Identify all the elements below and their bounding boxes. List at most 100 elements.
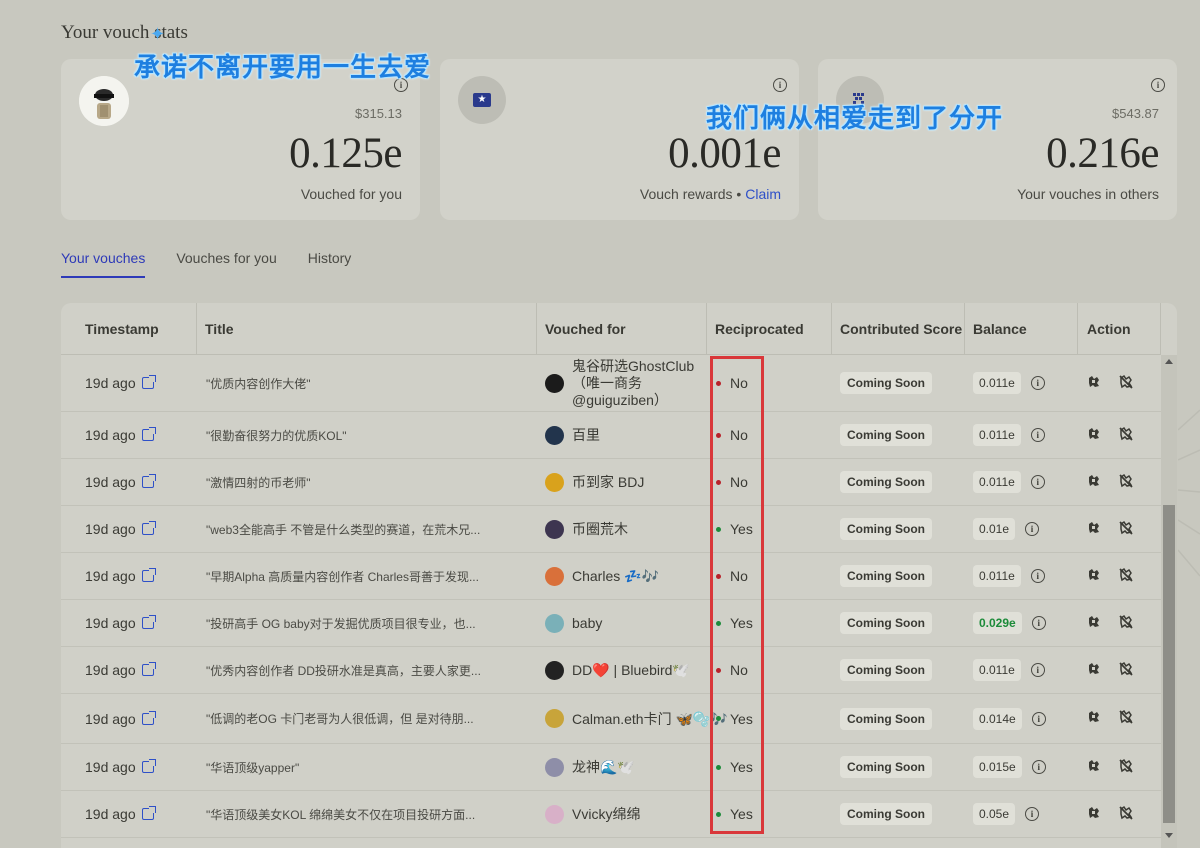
avatar[interactable] (79, 76, 129, 126)
unvouch-icon[interactable] (1118, 758, 1134, 777)
vouched-for-cell[interactable]: 百里 (545, 412, 600, 458)
balance-value: 0.011e (973, 565, 1021, 587)
vouch-icon[interactable] (1086, 374, 1102, 393)
reciprocated-cell: No (716, 459, 748, 505)
col-balance[interactable]: Balance (965, 303, 1078, 355)
table-row[interactable]: 19d ago "优质内容创作大佬" 鬼谷研选GhostClub（唯一商务@gu… (61, 355, 1161, 412)
col-reciprocated[interactable]: Reciprocated (707, 303, 832, 355)
timestamp: 19d ago (85, 615, 136, 631)
reciprocated-cell: Yes (716, 744, 753, 790)
vouched-for-cell[interactable]: Charles 💤🎶 (545, 553, 659, 599)
unvouch-icon[interactable] (1118, 374, 1134, 393)
vouched-for-cell[interactable]: 鬼谷研选GhostClub（唯一商务@guiguziben） (545, 355, 722, 411)
score-cell: Coming Soon (840, 744, 932, 790)
user-name[interactable]: 百里 (572, 425, 600, 445)
unvouch-icon[interactable] (1118, 614, 1134, 633)
col-contributed-score[interactable]: Contributed Score (832, 303, 965, 355)
external-link-icon[interactable] (141, 521, 156, 535)
vouch-icon[interactable] (1086, 567, 1102, 586)
user-name[interactable]: 鬼谷研选GhostClub（唯一商务@guiguziben） (572, 358, 722, 409)
col-action[interactable]: Action (1078, 303, 1161, 355)
title-cell: "投研高手 OG baby对于发掘优质项目很专业，也... (206, 616, 476, 631)
info-icon[interactable]: i (1030, 376, 1045, 390)
vouch-icon[interactable] (1086, 520, 1102, 539)
table-row[interactable]: 19d ago "低调的老OG 卡门老哥为人很低调，但 是对待朋... Calm… (61, 694, 1161, 744)
unvouch-icon[interactable] (1118, 567, 1134, 586)
vouched-for-cell[interactable]: Calman.eth卡门 🦋🫧🎶 (545, 694, 728, 743)
timestamp: 19d ago (85, 710, 136, 727)
col-timestamp[interactable]: Timestamp (61, 303, 197, 355)
table-row[interactable]: 19d ago "早期Alpha 高质量内容创作者 Charles哥善于发现..… (61, 553, 1161, 600)
table-row[interactable]: 19d ago "投研高手 OG baby对于发掘优质项目很专业，也... ba… (61, 600, 1161, 647)
user-name[interactable]: 龙神🌊🕊️ (572, 757, 635, 777)
external-link-icon[interactable] (141, 662, 156, 676)
external-link-icon[interactable] (141, 710, 156, 725)
unvouch-icon[interactable] (1118, 520, 1134, 539)
external-link-icon[interactable] (141, 759, 156, 773)
tab-history[interactable]: History (308, 250, 352, 278)
external-link-icon[interactable] (141, 568, 156, 582)
tab-your-vouches[interactable]: Your vouches (61, 250, 146, 278)
unvouch-icon[interactable] (1118, 709, 1134, 728)
status-badge: Coming Soon (840, 612, 932, 634)
col-vouched-for[interactable]: Vouched for (537, 303, 707, 355)
col-title[interactable]: Title (197, 303, 537, 355)
user-name[interactable]: 币圈荒木 (572, 519, 628, 539)
external-link-icon[interactable] (141, 474, 156, 488)
info-icon[interactable]: i (1031, 760, 1046, 774)
vouch-icon[interactable] (1086, 709, 1102, 728)
scrollbar[interactable] (1161, 355, 1177, 848)
table-row[interactable]: 19d ago "激情四射的币老师" 币到家 BDJ No Coming Soo… (61, 459, 1161, 506)
claim-link[interactable]: Claim (745, 186, 781, 202)
info-icon[interactable]: i (1025, 522, 1040, 536)
vouched-for-cell[interactable]: 币到家 BDJ (545, 459, 644, 505)
vouched-for-cell[interactable]: baby (545, 600, 602, 646)
user-name[interactable]: baby (572, 615, 602, 631)
user-name[interactable]: 币到家 BDJ (572, 472, 644, 492)
card-caption: Your vouches in others (1017, 186, 1159, 202)
external-link-icon[interactable] (141, 615, 156, 629)
table-row[interactable]: 19d ago "优秀内容创作者 DD投研水准是真高，主要人家更... DD❤️… (61, 647, 1161, 694)
info-icon[interactable]: i (1030, 569, 1045, 583)
external-link-icon[interactable] (141, 375, 156, 389)
status-dot-icon (716, 667, 721, 673)
external-link-icon[interactable] (141, 427, 156, 441)
user-name[interactable]: Calman.eth卡门 🦋🫧🎶 (572, 709, 728, 729)
external-link-icon[interactable] (141, 806, 156, 820)
user-name[interactable]: Vvicky绵绵 (572, 804, 640, 824)
scroll-up-icon[interactable] (1165, 359, 1173, 364)
vouch-icon[interactable] (1086, 473, 1102, 492)
vouch-icon[interactable] (1086, 426, 1102, 445)
scroll-down-icon[interactable] (1165, 833, 1173, 838)
user-name[interactable]: DD❤️ | Bluebird🕊️ (572, 662, 690, 679)
vouched-for-cell[interactable]: DD❤️ | Bluebird🕊️ (545, 647, 690, 693)
scroll-thumb[interactable] (1163, 505, 1175, 823)
vouched-for-cell[interactable]: Vvicky绵绵 (545, 791, 640, 837)
vouch-icon[interactable] (1086, 661, 1102, 680)
vouch-icon[interactable] (1086, 758, 1102, 777)
unvouch-icon[interactable] (1118, 426, 1134, 445)
timestamp-cell: 19d ago (85, 506, 156, 552)
vouched-for-cell[interactable]: 龙神🌊🕊️ (545, 744, 635, 790)
unvouch-icon[interactable] (1118, 805, 1134, 824)
timestamp-cell: 19d ago (85, 647, 156, 693)
info-icon[interactable]: i (773, 78, 787, 92)
info-icon[interactable]: i (1030, 475, 1045, 489)
table-row[interactable]: 19d ago "web3全能高手 不管是什么类型的赛道，在荒木兄... 币圈荒… (61, 506, 1161, 553)
unvouch-icon[interactable] (1118, 473, 1134, 492)
info-icon[interactable]: i (1030, 663, 1045, 677)
info-icon[interactable]: i (1025, 807, 1040, 821)
user-name[interactable]: Charles 💤🎶 (572, 568, 659, 585)
table-row[interactable]: 19d ago "华语顶级yapper" 龙神🌊🕊️ Yes Coming So… (61, 744, 1161, 791)
info-icon[interactable]: i (1031, 711, 1046, 726)
vouch-icon[interactable] (1086, 805, 1102, 824)
info-icon[interactable]: i (1031, 616, 1046, 630)
tab-vouches-for-you[interactable]: Vouches for you (176, 250, 276, 278)
info-icon[interactable]: i (1030, 428, 1045, 442)
unvouch-icon[interactable] (1118, 661, 1134, 680)
info-icon[interactable]: i (1151, 78, 1165, 92)
table-row[interactable]: 19d ago "很勤奋很努力的优质KOL" 百里 No Coming Soon… (61, 412, 1161, 459)
vouch-icon[interactable] (1086, 614, 1102, 633)
table-row[interactable]: 19d ago "华语顶级美女KOL 绵绵美女不仅在项目投研方面... Vvic… (61, 791, 1161, 838)
vouched-for-cell[interactable]: 币圈荒木 (545, 506, 628, 552)
